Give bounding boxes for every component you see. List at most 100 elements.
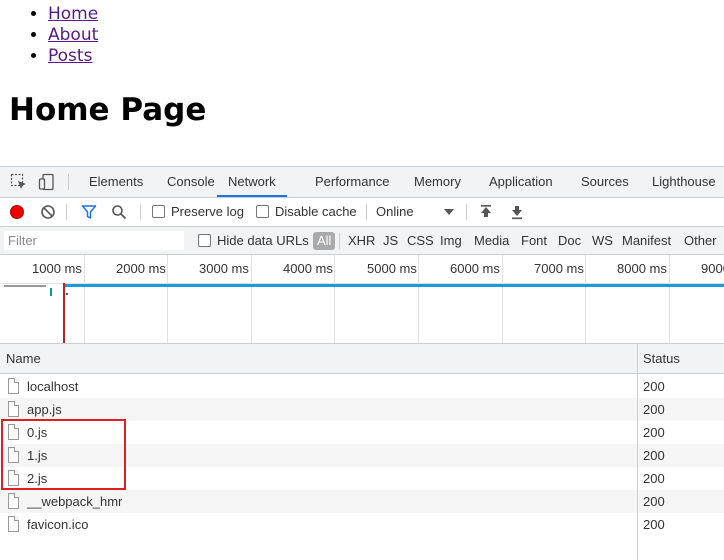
table-row[interactable]: __webpack_hmr 200 xyxy=(0,490,724,513)
page-title: Home Page xyxy=(9,92,207,128)
timeline-gridline xyxy=(167,255,168,343)
file-icon xyxy=(8,493,19,509)
filter-divider xyxy=(339,233,340,249)
tab-elements[interactable]: Elements xyxy=(89,167,143,197)
device-toolbar-icon[interactable] xyxy=(38,173,56,191)
column-divider[interactable] xyxy=(637,344,638,560)
disable-cache-checkbox[interactable] xyxy=(256,205,269,218)
tab-console[interactable]: Console xyxy=(167,167,215,197)
filter-icon[interactable] xyxy=(81,204,97,220)
type-filter-js[interactable]: JS xyxy=(383,227,398,254)
clear-icon[interactable] xyxy=(40,204,56,220)
column-header-name[interactable]: Name xyxy=(6,344,41,373)
request-name: 2.js xyxy=(27,471,48,486)
toolbar-divider xyxy=(466,204,467,220)
tab-memory[interactable]: Memory xyxy=(414,167,461,197)
timeline-request-bar xyxy=(4,285,46,287)
disable-cache-label: Disable cache xyxy=(275,204,357,219)
filter-input[interactable] xyxy=(4,231,184,250)
timeline-tick-label: 9000 xyxy=(701,261,724,276)
tab-sources[interactable]: Sources xyxy=(581,167,629,197)
table-row[interactable]: favicon.ico 200 xyxy=(0,513,724,536)
devtools-tabbar: Elements Console Network Performance Mem… xyxy=(0,167,724,198)
timeline-gridline xyxy=(585,255,586,343)
table-row[interactable]: 0.js 200 xyxy=(0,421,724,444)
type-filter-all[interactable]: All xyxy=(313,232,336,250)
timeline-tick-label: 8000 ms xyxy=(617,261,667,276)
type-filter-other[interactable]: Other xyxy=(684,227,717,254)
table-row[interactable]: 2.js 200 xyxy=(0,467,724,490)
request-status: 200 xyxy=(643,471,665,486)
import-har-icon[interactable] xyxy=(478,204,494,220)
nav-item-home: Home xyxy=(48,4,98,25)
timeline-request-marker xyxy=(50,288,52,296)
file-icon xyxy=(8,470,19,486)
type-filter-xhr[interactable]: XHR xyxy=(348,227,375,254)
request-status: 200 xyxy=(643,494,665,509)
nav-link-about[interactable]: About xyxy=(48,25,98,45)
record-button[interactable] xyxy=(10,205,24,219)
tab-network[interactable]: Network xyxy=(217,167,287,197)
timeline-gridline xyxy=(334,255,335,343)
filter-bar: Hide data URLs All XHR JS CSS Img Media … xyxy=(0,227,724,255)
nav-link-posts[interactable]: Posts xyxy=(48,46,92,66)
timeline-tick-label: 2000 ms xyxy=(116,261,166,276)
tabbar-divider xyxy=(68,174,69,190)
nav-link-home[interactable]: Home xyxy=(48,4,98,24)
request-name: __webpack_hmr xyxy=(27,494,123,509)
request-status: 200 xyxy=(643,379,665,394)
throttling-select[interactable]: Online xyxy=(376,198,456,226)
toolbar-divider xyxy=(140,204,141,220)
file-icon xyxy=(8,401,19,417)
table-row[interactable]: localhost 200 xyxy=(0,375,724,398)
request-name: localhost xyxy=(27,379,79,394)
preserve-log-checkbox[interactable] xyxy=(152,205,165,218)
type-filter-doc[interactable]: Doc xyxy=(558,227,581,254)
type-filter-font[interactable]: Font xyxy=(521,227,547,254)
type-filter-manifest[interactable]: Manifest xyxy=(622,227,671,254)
request-status: 200 xyxy=(643,425,665,440)
nav-list: Home About Posts xyxy=(0,4,98,67)
nav-item-posts: Posts xyxy=(48,46,98,67)
timeline-tick-label: 1000 ms xyxy=(32,261,82,276)
column-header-status[interactable]: Status xyxy=(643,344,680,373)
request-name: favicon.ico xyxy=(27,517,89,532)
timeline-overview[interactable]: 1000 ms 2000 ms 3000 ms 4000 ms 5000 ms … xyxy=(0,255,724,344)
timeline-request-marker xyxy=(66,293,68,295)
load-event-line xyxy=(63,283,65,343)
timeline-tick-label: 6000 ms xyxy=(450,261,500,276)
request-name: app.js xyxy=(27,402,62,417)
inspect-element-icon[interactable] xyxy=(10,173,28,191)
table-header: Name Status xyxy=(0,344,724,374)
request-name: 1.js xyxy=(27,448,48,463)
hide-data-urls-checkbox[interactable] xyxy=(198,234,211,247)
document-icon xyxy=(8,378,19,394)
timeline-tick-label: 7000 ms xyxy=(534,261,584,276)
timeline-gridline xyxy=(669,255,670,343)
timeline-tick-label: 3000 ms xyxy=(199,261,249,276)
type-filter-img[interactable]: Img xyxy=(440,227,462,254)
timeline-tick-label: 5000 ms xyxy=(367,261,417,276)
type-filter-ws[interactable]: WS xyxy=(592,227,613,254)
tab-performance[interactable]: Performance xyxy=(315,167,389,197)
toolbar-divider xyxy=(66,204,67,220)
type-filter-css[interactable]: CSS xyxy=(407,227,434,254)
devtools-panel: Elements Console Network Performance Mem… xyxy=(0,166,724,560)
timeline-gridline xyxy=(502,255,503,343)
nav-item-about: About xyxy=(48,25,98,46)
request-table: Name Status localhost 200 app.js 200 0.j… xyxy=(0,344,724,560)
tab-lighthouse[interactable]: Lighthouse xyxy=(652,167,716,197)
chevron-down-icon xyxy=(444,209,454,215)
timeline-gridline xyxy=(84,255,85,343)
type-filter-media[interactable]: Media xyxy=(474,227,509,254)
timeline-gridline xyxy=(251,255,252,343)
request-status: 200 xyxy=(643,402,665,417)
tab-application[interactable]: Application xyxy=(489,167,553,197)
table-row[interactable]: 1.js 200 xyxy=(0,444,724,467)
timeline-gridline xyxy=(418,255,419,343)
table-row[interactable]: app.js 200 xyxy=(0,398,724,421)
export-har-icon[interactable] xyxy=(509,204,525,220)
search-icon[interactable] xyxy=(111,204,127,220)
network-toolbar: Preserve log Disable cache Online xyxy=(0,198,724,227)
file-icon xyxy=(8,424,19,440)
